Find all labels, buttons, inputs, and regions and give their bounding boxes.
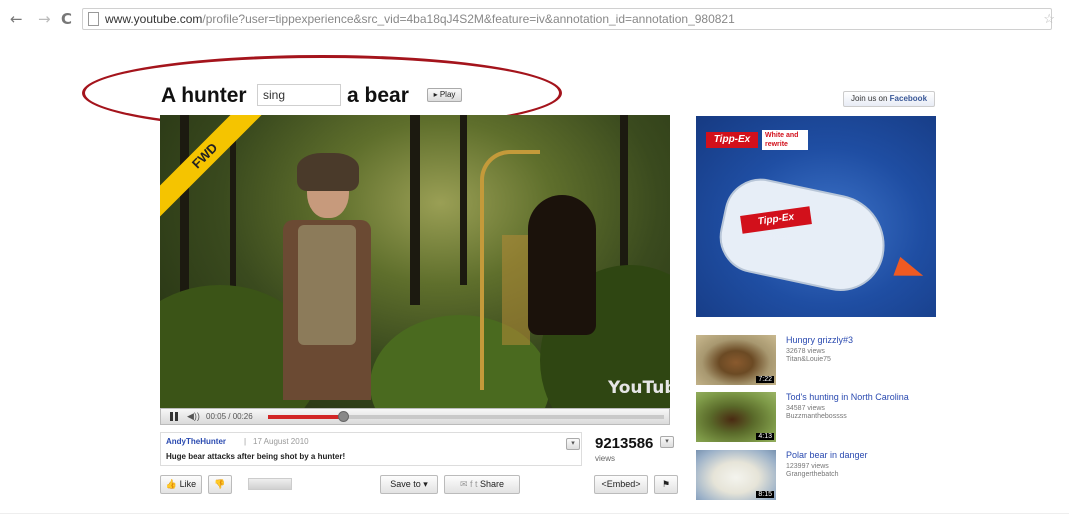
stats-toggle-button[interactable]: ▾: [660, 436, 674, 448]
views-label: views: [595, 454, 616, 463]
related-title[interactable]: Tod's hunting in North Carolina: [786, 392, 909, 402]
related-video[interactable]: 4:13 Tod's hunting in North Carolina 345…: [696, 392, 946, 448]
thumbs-down-icon: 👎: [214, 479, 226, 489]
related-thumbnail[interactable]: 7:22: [696, 335, 776, 385]
related-user: Buzzmanthebossss: [786, 413, 847, 420]
progress-fill: [268, 415, 344, 419]
player-controls: ◀)) 00:05 / 00:26: [160, 408, 670, 425]
video-description: Huge bear attacks after being shot by a …: [166, 452, 346, 461]
share-button[interactable]: ✉ f t Share: [444, 475, 520, 494]
flag-icon: ⚑: [661, 479, 671, 489]
youtube-logo: YouTube: [608, 378, 670, 398]
like-label: Like: [179, 479, 197, 489]
volume-icon[interactable]: ◀)): [187, 411, 200, 422]
tippex-ad[interactable]: Tipp-Ex White and rewrite Tipp-Ex Pocket…: [696, 116, 936, 317]
related-views: 34587 views: [786, 405, 825, 412]
upload-date: 17 August 2010: [253, 437, 309, 446]
fb-brand: Facebook: [889, 94, 928, 103]
related-video[interactable]: 7:22 Hungry grizzly#3 32678 views Titan&…: [696, 335, 946, 391]
hunter-vest: [298, 225, 356, 345]
video-player[interactable]: FWD YouTube: [160, 115, 670, 408]
pause-icon[interactable]: [170, 412, 178, 421]
flag-button[interactable]: ⚑: [654, 475, 678, 494]
related-user: Grangerthebatch: [786, 471, 839, 478]
progress-bar[interactable]: [268, 411, 664, 422]
product-tip: [893, 256, 927, 286]
reload-icon[interactable]: C: [61, 10, 72, 28]
related-title[interactable]: Hungry grizzly#3: [786, 335, 853, 345]
divider: [0, 513, 1069, 514]
related-thumbnail[interactable]: 8:15: [696, 450, 776, 500]
embed-button[interactable]: <Embed>: [594, 475, 648, 494]
duration: 8:15: [756, 491, 774, 498]
url-text: www.youtube.com/profile?user=tippexperie…: [105, 12, 735, 26]
bookmark-star-icon[interactable]: ☆: [1043, 11, 1055, 27]
uploader-link[interactable]: AndyTheHunter: [166, 437, 226, 446]
tree-trunk: [410, 115, 420, 305]
browser-toolbar: ← → C www.youtube.com/profile?user=tippe…: [0, 0, 1069, 44]
tree-trunk: [460, 115, 467, 285]
bear-figure: [528, 195, 596, 335]
product-mouse: [712, 171, 895, 300]
share-icons: ✉ f t: [459, 479, 480, 489]
related-views: 123997 views: [786, 463, 829, 470]
address-bar[interactable]: www.youtube.com/profile?user=tippexperie…: [82, 8, 1055, 30]
hunter-hat: [297, 153, 359, 191]
ad-logo: Tipp-Ex: [706, 132, 758, 148]
related-user: Titan&Louie75: [786, 356, 831, 363]
progress-knob[interactable]: [338, 411, 350, 422]
duration: 4:13: [756, 433, 774, 440]
dislike-button[interactable]: 👎: [208, 475, 232, 494]
expand-info-button[interactable]: ▾: [566, 438, 580, 450]
related-video[interactable]: 8:15 Polar bear in danger 123997 views G…: [696, 450, 946, 506]
related-title[interactable]: Polar bear in danger: [786, 450, 868, 460]
product-sub-label: Pocket Mouse: [746, 234, 791, 241]
url-host: www.youtube.com: [105, 12, 203, 26]
views-count: 9213586: [595, 435, 654, 452]
thumbs-up-icon: 👍: [165, 479, 178, 489]
harp-strings: [502, 235, 530, 345]
url-path: /profile?user=tippexperience&src_vid=4ba…: [202, 12, 735, 26]
save-to-button[interactable]: Save to ▾: [380, 475, 438, 494]
related-thumbnail[interactable]: 4:13: [696, 392, 776, 442]
time-display: 00:05 / 00:26: [206, 412, 253, 421]
duration: 7:22: [756, 376, 774, 383]
facebook-button[interactable]: Join us on Facebook: [843, 91, 935, 107]
page-icon: [88, 12, 99, 26]
share-label: Share: [480, 479, 505, 489]
forward-arrow-icon[interactable]: →: [38, 10, 51, 28]
video-info: AndyTheHunter | 17 August 2010 Huge bear…: [160, 432, 582, 466]
back-arrow-icon[interactable]: ←: [10, 10, 23, 28]
ad-tagline: White and rewrite: [762, 130, 808, 150]
like-button[interactable]: 👍 Like: [160, 475, 202, 494]
rating-bar: [248, 478, 292, 490]
fb-prefix: Join us on: [850, 94, 890, 103]
separator: |: [244, 437, 247, 446]
fwd-banner: FWD: [160, 115, 266, 217]
related-views: 32678 views: [786, 348, 825, 355]
